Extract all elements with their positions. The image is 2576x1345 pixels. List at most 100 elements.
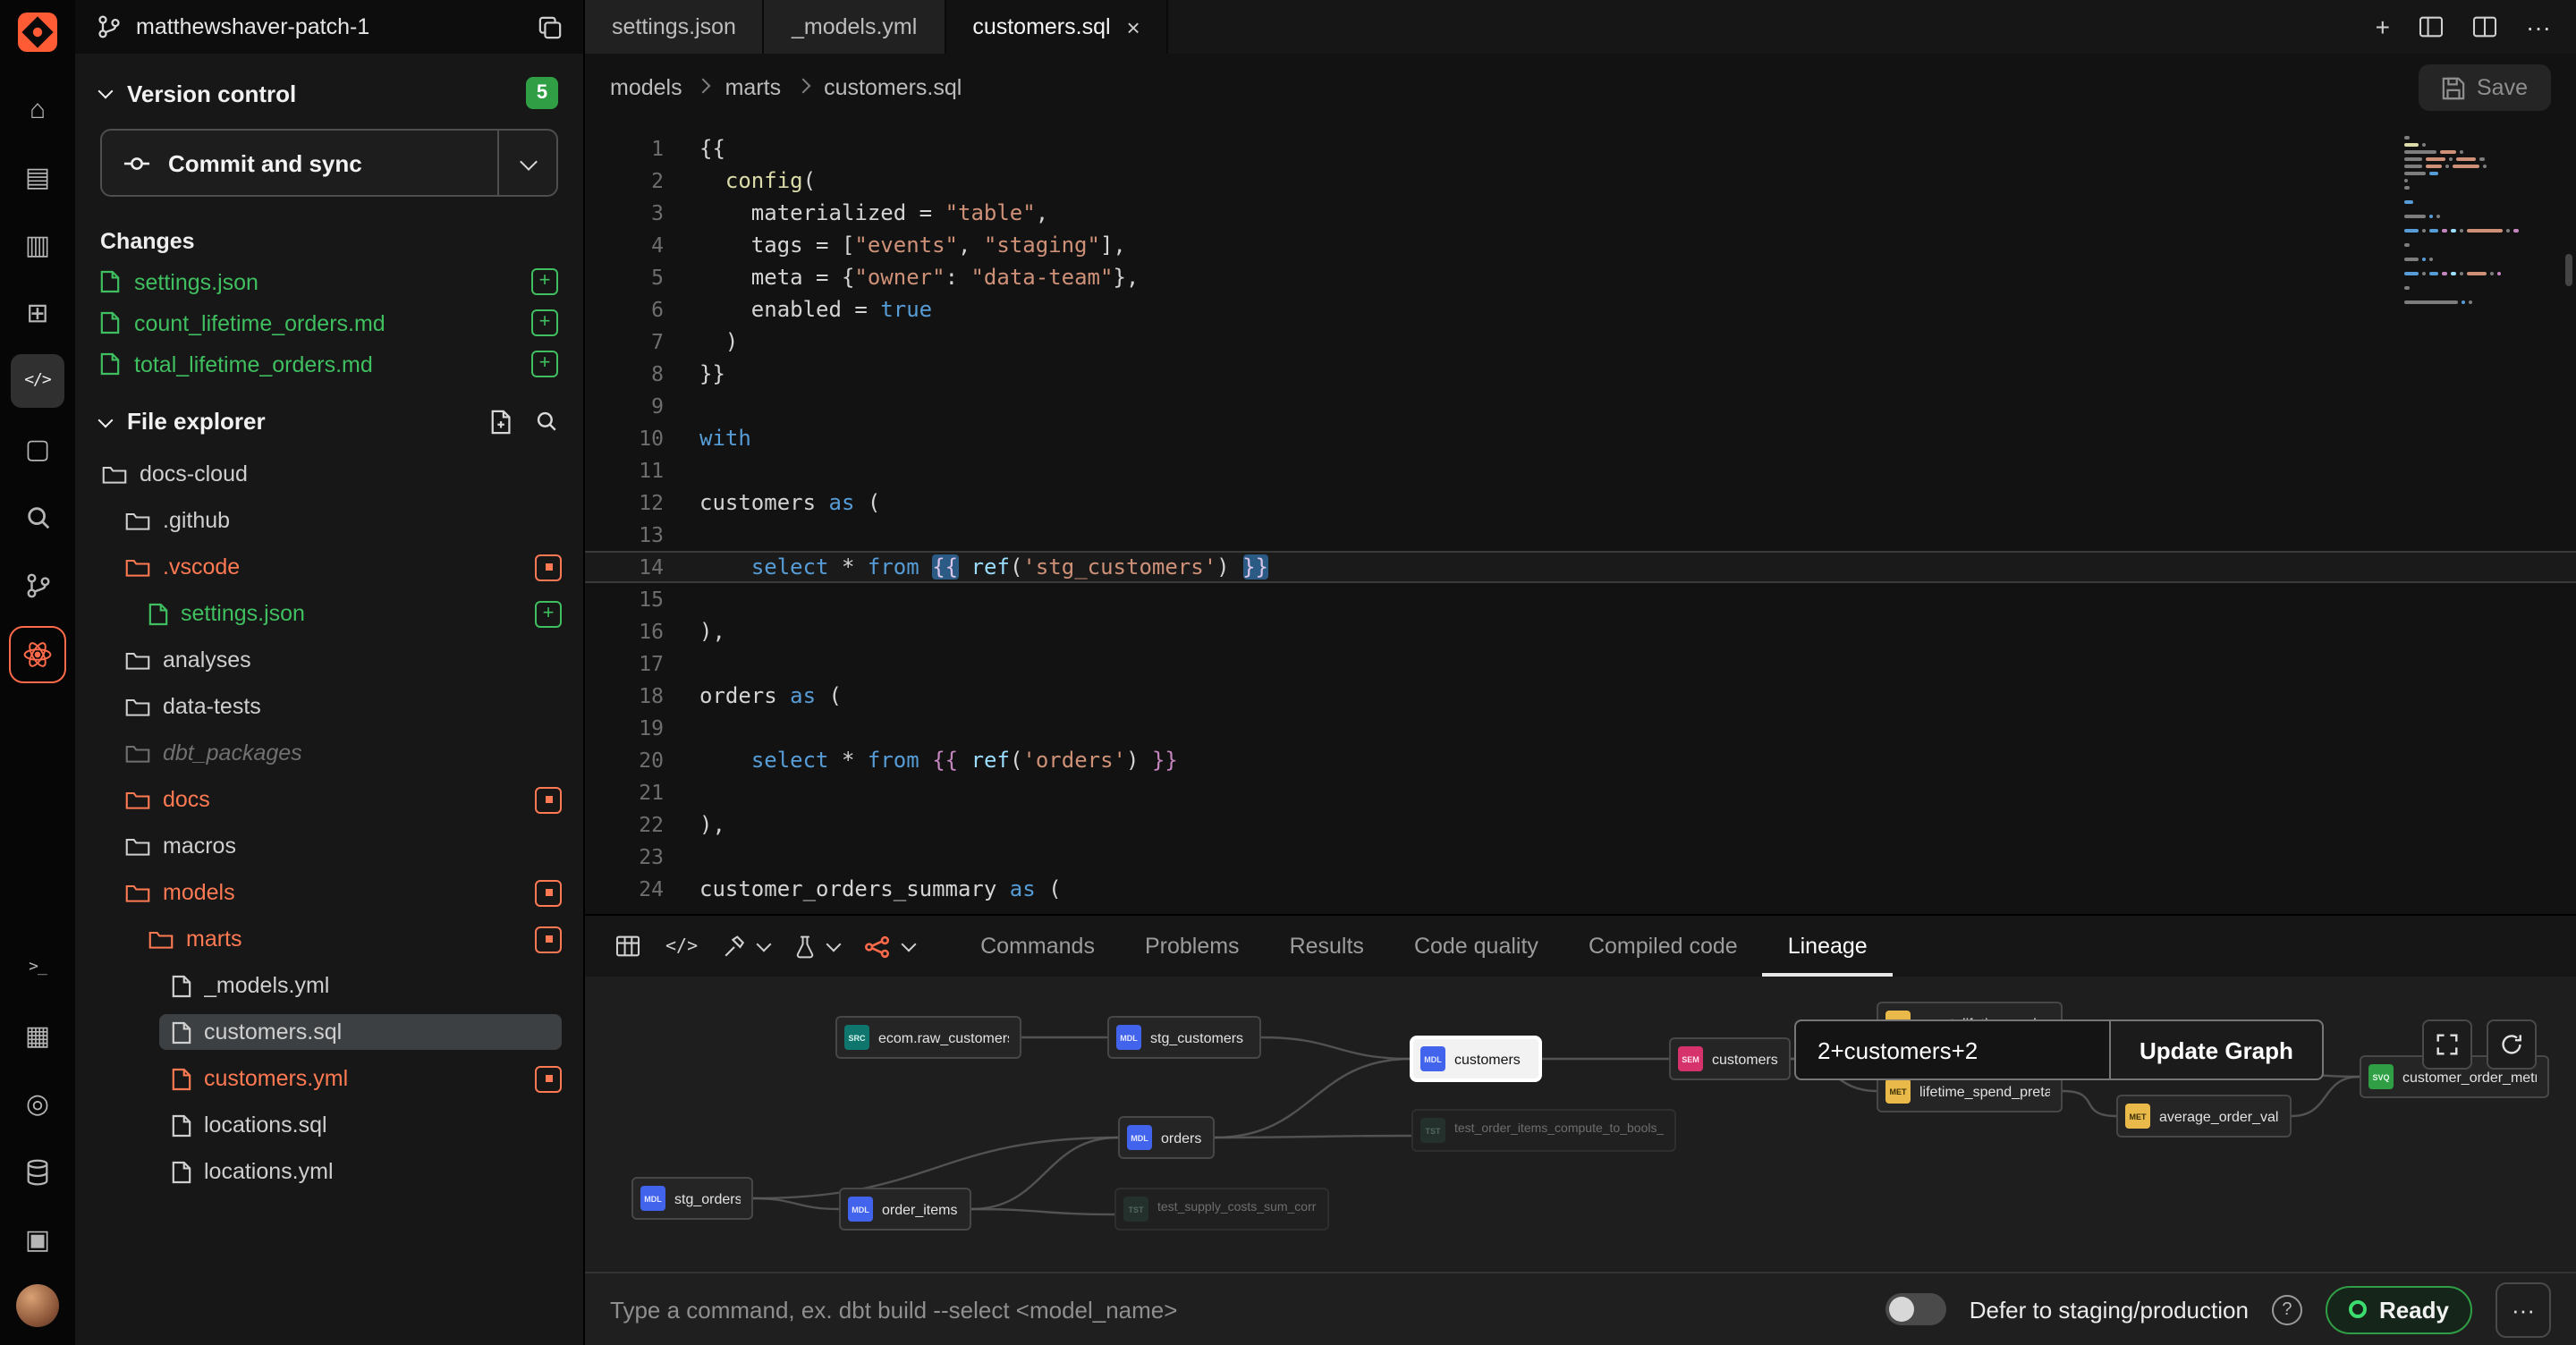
version-control-header[interactable]: Version control 5 xyxy=(75,54,583,122)
code-line-5[interactable]: 5 meta = {"owner": "data-team"}, xyxy=(585,261,2576,293)
breadcrumb-item[interactable]: marts xyxy=(725,75,782,100)
logs-icon[interactable]: ▦ xyxy=(11,1009,64,1062)
tree-item-docs[interactable]: docs xyxy=(75,776,583,823)
code-line-16[interactable]: 16), xyxy=(585,615,2576,647)
code-line-6[interactable]: 6 enabled = true xyxy=(585,293,2576,326)
lineage-node-orders[interactable]: MDLorders xyxy=(1118,1116,1215,1159)
database-icon[interactable] xyxy=(11,1145,64,1198)
tree-item-macros[interactable]: macros xyxy=(75,823,583,869)
semantic-layer-icon[interactable] xyxy=(9,626,66,683)
code-line-3[interactable]: 3 materialized = "table", xyxy=(585,197,2576,229)
lineage-node-stg_customers[interactable]: MDLstg_customers xyxy=(1107,1016,1261,1059)
branch-selector[interactable]: matthewshaver-patch-1 xyxy=(75,0,583,54)
new-file-icon[interactable] xyxy=(490,409,513,434)
lineage-node-customers_sem[interactable]: SEMcustomers xyxy=(1669,1037,1791,1080)
visual-editor-icon[interactable]: ▢ xyxy=(11,422,64,476)
more-options-icon[interactable]: ··· xyxy=(2526,13,2551,41)
tree-item-customers.yml[interactable]: customers.yml xyxy=(75,1055,583,1102)
code-line-4[interactable]: 4 tags = ["events", "staging"], xyxy=(585,229,2576,261)
panel-tab-Lineage[interactable]: Lineage xyxy=(1763,916,1893,977)
lineage-node-stg_orders[interactable]: MDLstg_orders xyxy=(631,1177,753,1220)
code-line-17[interactable]: 17 xyxy=(585,647,2576,680)
tree-item-models[interactable]: models xyxy=(75,869,583,916)
lineage-action-dropdown[interactable] xyxy=(852,927,927,965)
tab-_models.yml[interactable]: _models.yml xyxy=(765,0,945,54)
home-icon[interactable]: ⌂ xyxy=(11,82,64,136)
code-line-19[interactable]: 19 xyxy=(585,712,2576,744)
lineage-node-raw_customers[interactable]: SRCecom.raw_customers xyxy=(835,1016,1021,1059)
help-icon[interactable]: ? xyxy=(2272,1294,2302,1324)
changed-file-total_lifetime_orders.md[interactable]: total_lifetime_orders.md+ xyxy=(75,343,583,385)
deploy-icon[interactable]: ▥ xyxy=(11,218,64,272)
code-line-13[interactable]: 13 xyxy=(585,519,2576,551)
code-line-22[interactable]: 22), xyxy=(585,808,2576,841)
copy-branch-icon[interactable] xyxy=(538,15,562,38)
lineage-node-average_order_value[interactable]: METaverage_order_value xyxy=(2116,1095,2292,1138)
tree-item-locations.yml[interactable]: locations.yml xyxy=(75,1148,583,1195)
more-actions-button[interactable]: ··· xyxy=(2496,1282,2551,1337)
preview-results-icon[interactable] xyxy=(603,928,653,964)
defer-toggle[interactable] xyxy=(1885,1293,1946,1325)
code-editor[interactable]: 1{{2 config(3 materialized = "table",4 t… xyxy=(585,122,2576,914)
compile-code-icon[interactable]: </> xyxy=(653,929,710,963)
tree-item-.github[interactable]: .github xyxy=(75,497,583,544)
code-line-1[interactable]: 1{{ xyxy=(585,132,2576,165)
tree-item-docs-cloud[interactable]: docs-cloud xyxy=(75,451,583,497)
tree-item-dbt_packages[interactable]: dbt_packages xyxy=(75,730,583,776)
docs-icon[interactable]: ▤ xyxy=(11,150,64,204)
code-line-9[interactable]: 9 xyxy=(585,390,2576,422)
code-line-12[interactable]: 12customers as ( xyxy=(585,486,2576,519)
panel-tab-Code quality[interactable]: Code quality xyxy=(1389,916,1563,977)
ready-status-button[interactable]: Ready xyxy=(2326,1285,2472,1333)
build-action-dropdown[interactable] xyxy=(710,927,782,965)
catalog-icon[interactable]: ▣ xyxy=(11,1213,64,1266)
user-avatar[interactable] xyxy=(16,1284,59,1327)
code-line-21[interactable]: 21 xyxy=(585,776,2576,808)
fullscreen-icon[interactable] xyxy=(2422,1019,2472,1070)
tree-item-settings.json[interactable]: settings.json+ xyxy=(75,590,583,637)
update-graph-button[interactable]: Update Graph xyxy=(2109,1019,2324,1080)
lineage-canvas[interactable]: SRCecom.raw_customers MDLstg_customers MDL… xyxy=(585,977,2576,1272)
lineage-node-test_supply[interactable]: TSTtest_supply_costs_sum_correctly xyxy=(1114,1188,1329,1231)
split-editor-icon[interactable] xyxy=(2472,16,2497,38)
tree-item-customers.sql[interactable]: customers.sql xyxy=(75,1009,583,1055)
tree-item-data-tests[interactable]: data-tests xyxy=(75,683,583,730)
code-line-7[interactable]: 7 ) xyxy=(585,326,2576,358)
terminal-icon[interactable]: >_ xyxy=(11,941,64,994)
minimap[interactable] xyxy=(2404,136,2547,308)
tab-customers.sql[interactable]: customers.sql× xyxy=(945,0,1168,54)
new-tab-icon[interactable]: + xyxy=(2376,13,2390,41)
breadcrumb-item[interactable]: models xyxy=(610,75,682,100)
panel-tab-Problems[interactable]: Problems xyxy=(1120,916,1265,977)
close-tab-icon[interactable]: × xyxy=(1127,13,1140,40)
tab-settings.json[interactable]: settings.json xyxy=(585,0,765,54)
save-button[interactable]: Save xyxy=(2418,64,2551,111)
tree-item-marts[interactable]: marts xyxy=(75,916,583,962)
panel-tab-Compiled code[interactable]: Compiled code xyxy=(1563,916,1763,977)
code-line-10[interactable]: 10with xyxy=(585,422,2576,454)
test-action-dropdown[interactable] xyxy=(782,927,852,965)
commit-options-dropdown[interactable] xyxy=(497,131,556,195)
ide-icon[interactable]: </> xyxy=(11,354,64,408)
debug-icon[interactable]: ◎ xyxy=(11,1077,64,1130)
columns-layout-icon[interactable] xyxy=(2419,16,2444,38)
search-files-icon[interactable] xyxy=(535,409,558,434)
tree-item-analyses[interactable]: analyses xyxy=(75,637,583,683)
code-line-15[interactable]: 15 xyxy=(585,583,2576,615)
panel-tab-Results[interactable]: Results xyxy=(1265,916,1389,977)
code-line-2[interactable]: 2 config( xyxy=(585,165,2576,197)
refresh-icon[interactable] xyxy=(2487,1019,2537,1070)
tree-item-_models.yml[interactable]: _models.yml xyxy=(75,962,583,1009)
commit-and-sync-button[interactable]: Commit and sync xyxy=(100,129,558,197)
code-line-20[interactable]: 20 select * from {{ ref('orders') }} xyxy=(585,744,2576,776)
code-line-14[interactable]: 14 select * from {{ ref('stg_customers')… xyxy=(585,551,2576,583)
lineage-selector-input[interactable]: 2+customers+2 xyxy=(1794,1019,2109,1080)
command-input[interactable]: Type a command, ex. dbt build --select <… xyxy=(610,1296,1862,1323)
panel-tab-Commands[interactable]: Commands xyxy=(955,916,1120,977)
code-line-18[interactable]: 18orders as ( xyxy=(585,680,2576,712)
breadcrumb-item[interactable]: customers.sql xyxy=(824,75,962,100)
apps-grid-icon[interactable]: ⊞ xyxy=(11,286,64,340)
explore-icon[interactable] xyxy=(11,490,64,544)
tree-item-locations.sql[interactable]: locations.sql xyxy=(75,1102,583,1148)
code-line-8[interactable]: 8}} xyxy=(585,358,2576,390)
